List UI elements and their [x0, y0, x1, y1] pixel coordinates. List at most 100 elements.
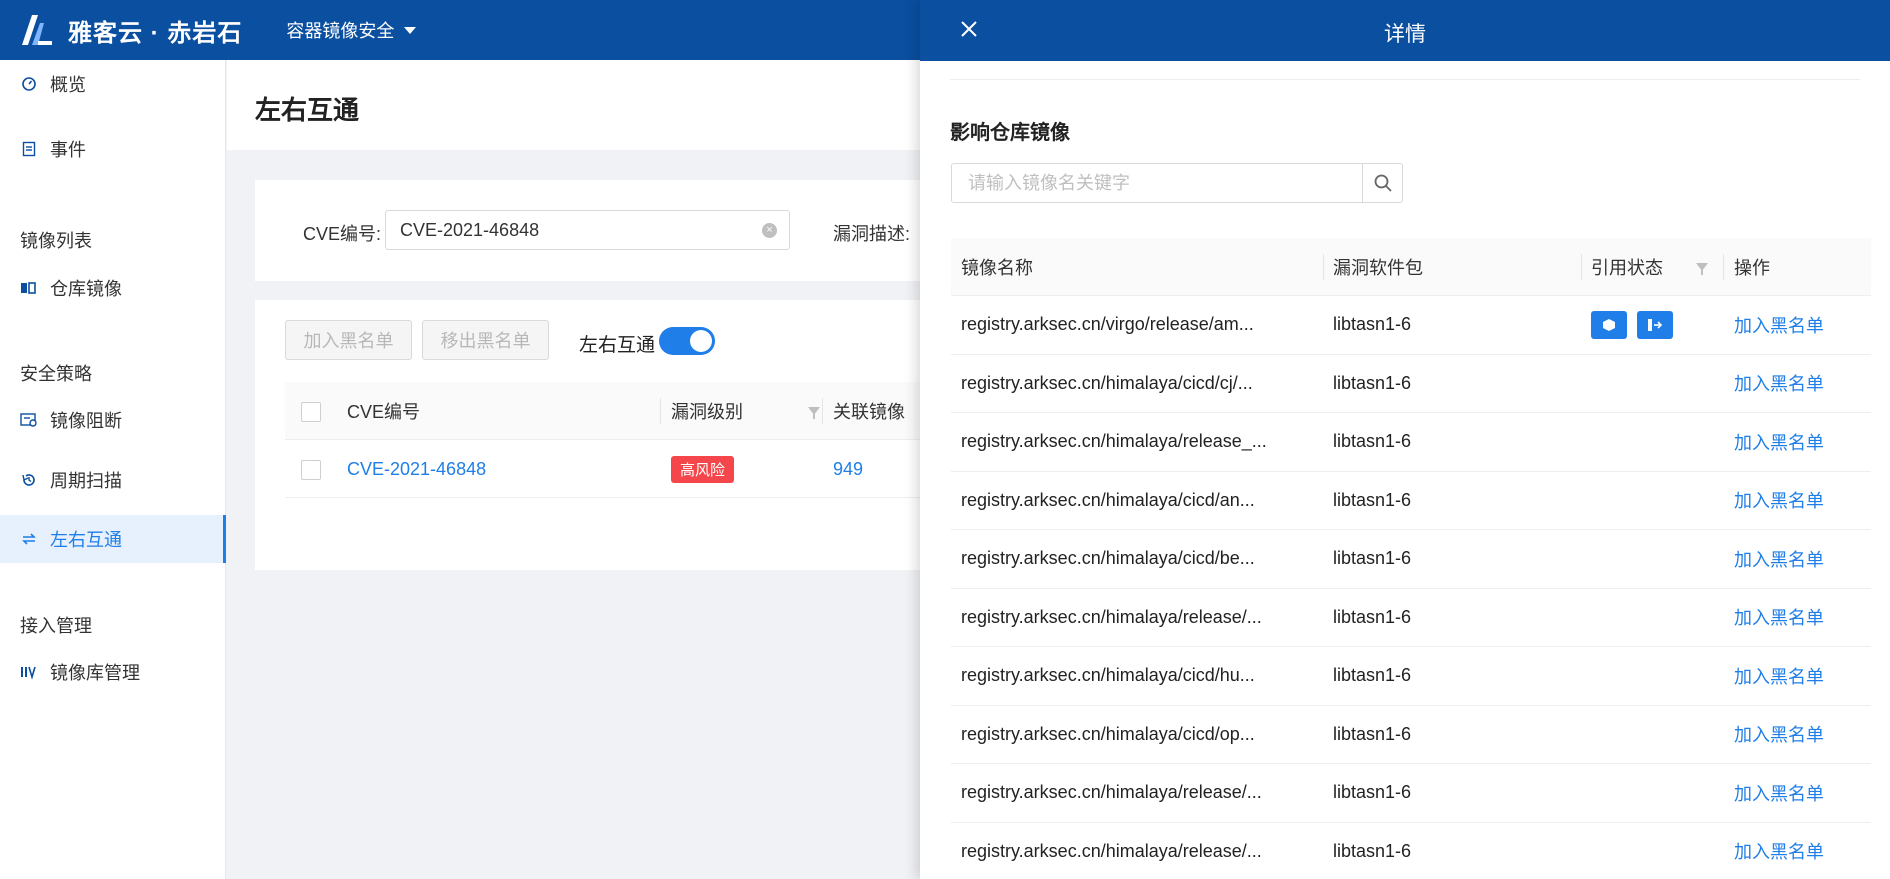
add-blacklist-link[interactable]: 加入黑名单: [1734, 355, 1824, 413]
table-row: registry.arksec.cn/himalaya/cicd/be... li…: [951, 530, 1871, 589]
package-cell: libtasn1-6: [1333, 431, 1412, 452]
image-name-cell: registry.arksec.cn/himalaya/release/...: [961, 606, 1262, 627]
module-switcher-label: 容器镜像安全: [286, 21, 395, 41]
affected-images-table-header: 镜像名称 漏洞软件包 引用状态 操作: [951, 238, 1871, 296]
sidebar-item-overview[interactable]: 概览: [0, 60, 226, 108]
image-name-cell: registry.arksec.cn/himalaya/cicd/op...: [961, 723, 1255, 744]
table-row: CVE-2021-46848 高风险 949: [285, 440, 955, 498]
image-name-cell: registry.arksec.cn/himalaya/cicd/cj/...: [961, 372, 1253, 393]
page-title: 左右互通: [255, 95, 360, 125]
image-name-cell: registry.arksec.cn/himalaya/release/...: [961, 782, 1262, 803]
image-name-cell: registry.arksec.cn/himalaya/cicd/an...: [961, 489, 1255, 510]
sidebar-item-interconnect[interactable]: 左右互通: [0, 515, 226, 563]
column-header-action: 操作: [1734, 257, 1770, 278]
search-icon: [1374, 174, 1392, 192]
cve-filter-label: CVE编号:: [303, 224, 382, 244]
add-blacklist-link[interactable]: 加入黑名单: [1734, 530, 1824, 588]
registry-icon: [20, 663, 38, 681]
affected-images-title: 影响仓库镜像: [950, 122, 1070, 144]
sidebar-item-label: 事件: [50, 140, 86, 160]
sidebar-item-label: 概览: [50, 75, 86, 95]
repository-icon: [20, 279, 38, 297]
table-row: registry.arksec.cn/himalaya/release/... l…: [951, 589, 1871, 647]
sidebar-item-label: 镜像阻断: [50, 411, 122, 431]
add-blacklist-link[interactable]: 加入黑名单: [1734, 647, 1824, 705]
remove-blacklist-button[interactable]: 移出黑名单: [422, 320, 549, 360]
description-filter-label: 漏洞描述:: [833, 224, 911, 244]
sidebar-group-access-management: 接入管理: [20, 616, 92, 636]
logo-icon: [22, 15, 52, 45]
column-divider: [1323, 254, 1324, 280]
package-cell: libtasn1-6: [1333, 489, 1412, 510]
export-status-icon[interactable]: [1637, 310, 1673, 339]
package-cell: libtasn1-6: [1333, 665, 1412, 686]
related-images-link[interactable]: 949: [833, 440, 863, 498]
drawer-title: 详情: [1384, 23, 1426, 46]
column-header-images: 关联镜像: [833, 402, 905, 422]
select-all-checkbox[interactable]: [301, 402, 321, 422]
column-header-status: 引用状态: [1591, 257, 1663, 278]
divider: [950, 79, 1860, 80]
table-row: registry.arksec.cn/himalaya/cicd/cj/... l…: [951, 355, 1871, 413]
add-blacklist-link[interactable]: 加入黑名单: [1734, 589, 1824, 647]
image-search-input[interactable]: 请输入镜像名关键字: [951, 163, 1403, 203]
add-blacklist-link[interactable]: 加入黑名单: [1734, 472, 1824, 530]
column-divider: [822, 398, 823, 424]
row-checkbox[interactable]: [301, 460, 321, 480]
brand-logo[interactable]: 雅客云 · 赤岩石: [18, 13, 242, 48]
brand-name: 雅客云 · 赤岩石: [68, 19, 243, 47]
package-cell: libtasn1-6: [1333, 548, 1412, 569]
detail-drawer: 详情 影响仓库镜像 请输入镜像名关键字 镜像名称 漏洞软件包 引用状态 操作 r…: [920, 0, 1890, 879]
sidebar-group-security-policy: 安全策略: [20, 364, 92, 384]
interconnect-toggle[interactable]: [659, 327, 715, 355]
cve-search-value: CVE-2021-46848: [400, 220, 540, 240]
clear-icon[interactable]: ×: [762, 223, 777, 238]
image-name-cell: registry.arksec.cn/himalaya/cicd/hu...: [961, 665, 1255, 686]
image-name-cell: registry.arksec.cn/himalaya/release_...: [961, 431, 1267, 452]
cve-link[interactable]: CVE-2021-46848: [347, 440, 486, 498]
column-header-package: 漏洞软件包: [1333, 257, 1423, 278]
package-cell: libtasn1-6: [1333, 723, 1412, 744]
history-icon: [20, 471, 38, 489]
module-switcher[interactable]: 容器镜像安全: [286, 17, 417, 43]
search-button[interactable]: [1362, 164, 1402, 202]
add-blacklist-button[interactable]: 加入黑名单: [285, 320, 412, 360]
sidebar-group-image-list: 镜像列表: [20, 231, 92, 251]
add-blacklist-link[interactable]: 加入黑名单: [1734, 706, 1824, 764]
add-blacklist-link[interactable]: 加入黑名单: [1734, 823, 1824, 879]
sidebar-item-repository-images[interactable]: 仓库镜像: [0, 264, 226, 312]
column-divider: [1581, 254, 1582, 280]
sidebar-item-label: 左右互通: [50, 530, 122, 550]
image-name-cell: registry.arksec.cn/virgo/release/am...: [961, 314, 1254, 335]
package-cell: libtasn1-6: [1333, 314, 1412, 335]
package-cell: libtasn1-6: [1333, 840, 1412, 861]
column-divider: [660, 398, 661, 424]
sidebar-item-registry-management[interactable]: 镜像库管理: [0, 648, 226, 696]
column-header-cve: CVE编号: [347, 402, 421, 422]
image-name-cell: registry.arksec.cn/himalaya/cicd/be...: [961, 548, 1255, 569]
filter-panel: CVE编号: CVE-2021-46848 × 漏洞描述:: [255, 180, 955, 281]
affected-images-rows: registry.arksec.cn/virgo/release/am... li…: [951, 296, 1871, 879]
package-cell: libtasn1-6: [1333, 372, 1412, 393]
filter-icon[interactable]: [1696, 238, 1708, 295]
add-blacklist-link[interactable]: 加入黑名单: [1734, 296, 1824, 354]
cve-search-input[interactable]: CVE-2021-46848 ×: [385, 210, 790, 250]
filter-icon[interactable]: [808, 382, 820, 440]
table-row: registry.arksec.cn/himalaya/release/... l…: [951, 823, 1871, 879]
block-icon: [20, 411, 38, 429]
sidebar-item-label: 周期扫描: [50, 471, 122, 491]
risk-badge: 高风险: [671, 455, 735, 483]
add-blacklist-link[interactable]: 加入黑名单: [1734, 764, 1824, 822]
package-cell: libtasn1-6: [1333, 606, 1412, 627]
cve-table-header: CVE编号 漏洞级别 关联镜像: [285, 382, 955, 440]
sidebar-item-image-block[interactable]: 镜像阻断: [0, 396, 226, 444]
container-status-icon[interactable]: [1591, 310, 1627, 339]
sidebar-item-events[interactable]: 事件: [0, 125, 226, 173]
image-name-cell: registry.arksec.cn/himalaya/release/...: [961, 840, 1262, 861]
sidebar-item-label: 仓库镜像: [50, 279, 122, 299]
sidebar-item-periodic-scan[interactable]: 周期扫描: [0, 456, 226, 504]
swap-icon: [20, 530, 38, 548]
add-blacklist-link[interactable]: 加入黑名单: [1734, 413, 1824, 471]
table-row: registry.arksec.cn/virgo/release/am... li…: [951, 296, 1871, 355]
sidebar: 概览 事件 镜像列表 仓库镜像 安全策略 镜像阻断 周期扫描 左右互通 接入管理: [0, 60, 226, 879]
